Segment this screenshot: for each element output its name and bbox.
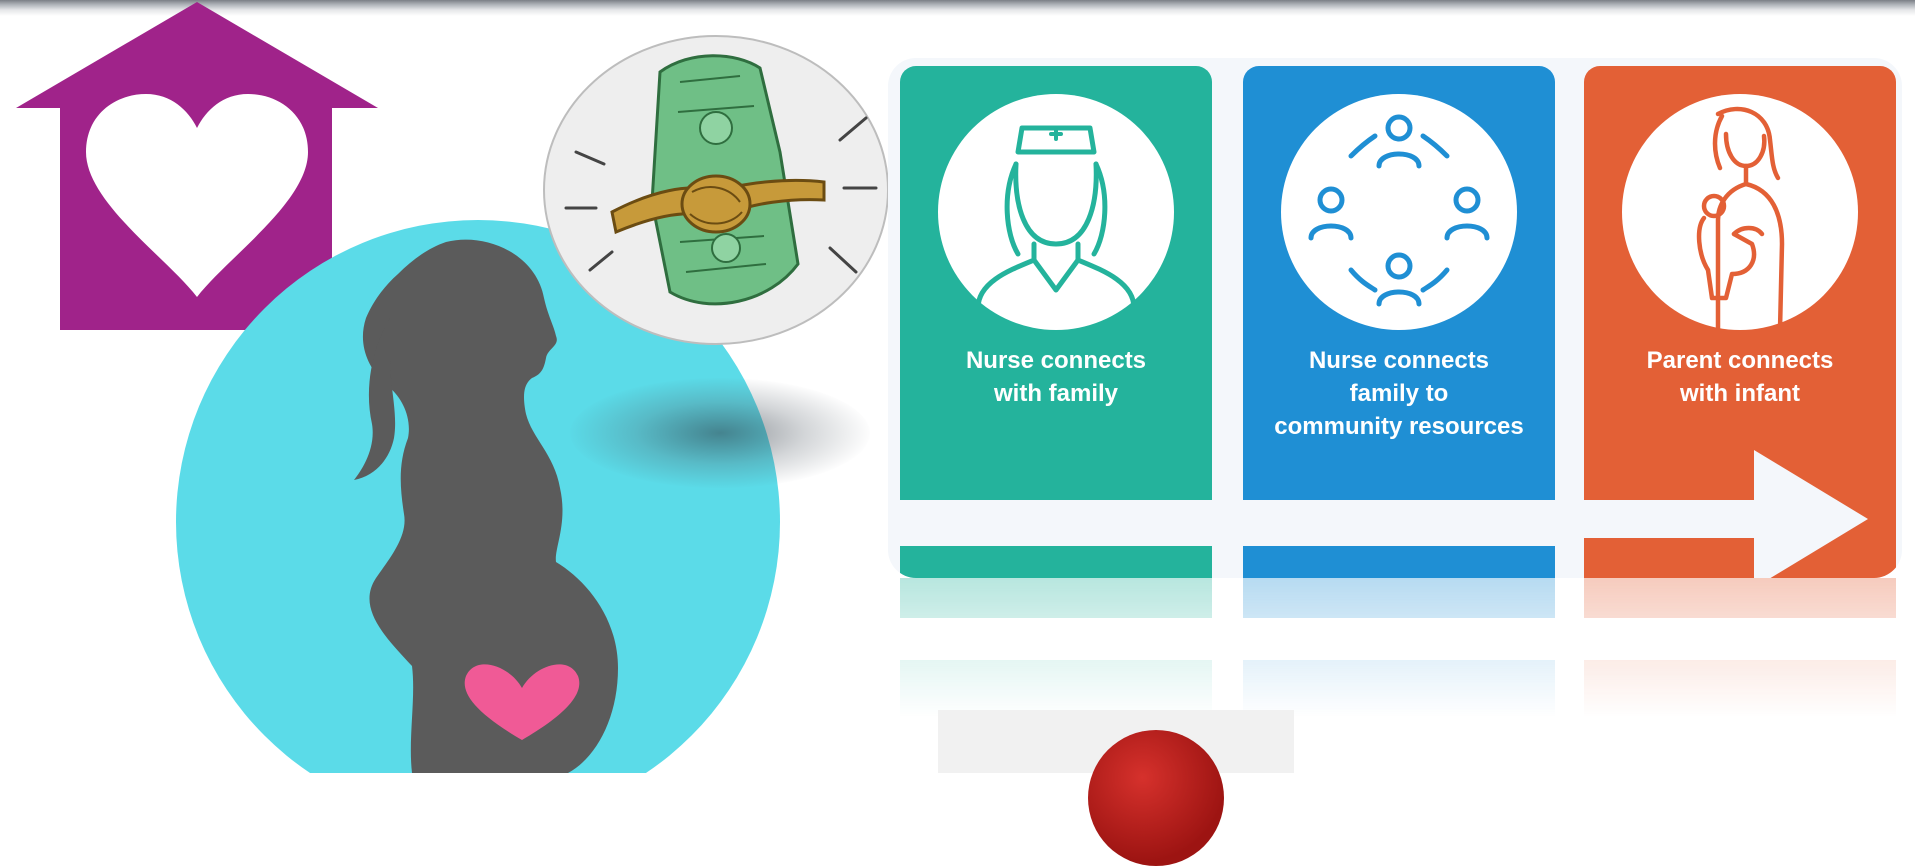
reflection-blue bbox=[1243, 578, 1555, 618]
right-arrow-icon bbox=[888, 450, 1868, 578]
connections-diagram: Nurse connects with family Nurse connect… bbox=[888, 58, 1902, 578]
reflection-orange-lower bbox=[1584, 660, 1896, 718]
money-shadow bbox=[570, 378, 870, 488]
reflection-orange bbox=[1584, 578, 1896, 618]
tied-money-icon bbox=[543, 35, 889, 345]
red-circle-icon bbox=[1088, 730, 1224, 866]
reflection-teal bbox=[900, 578, 1212, 618]
panel-reflection bbox=[888, 578, 1902, 718]
